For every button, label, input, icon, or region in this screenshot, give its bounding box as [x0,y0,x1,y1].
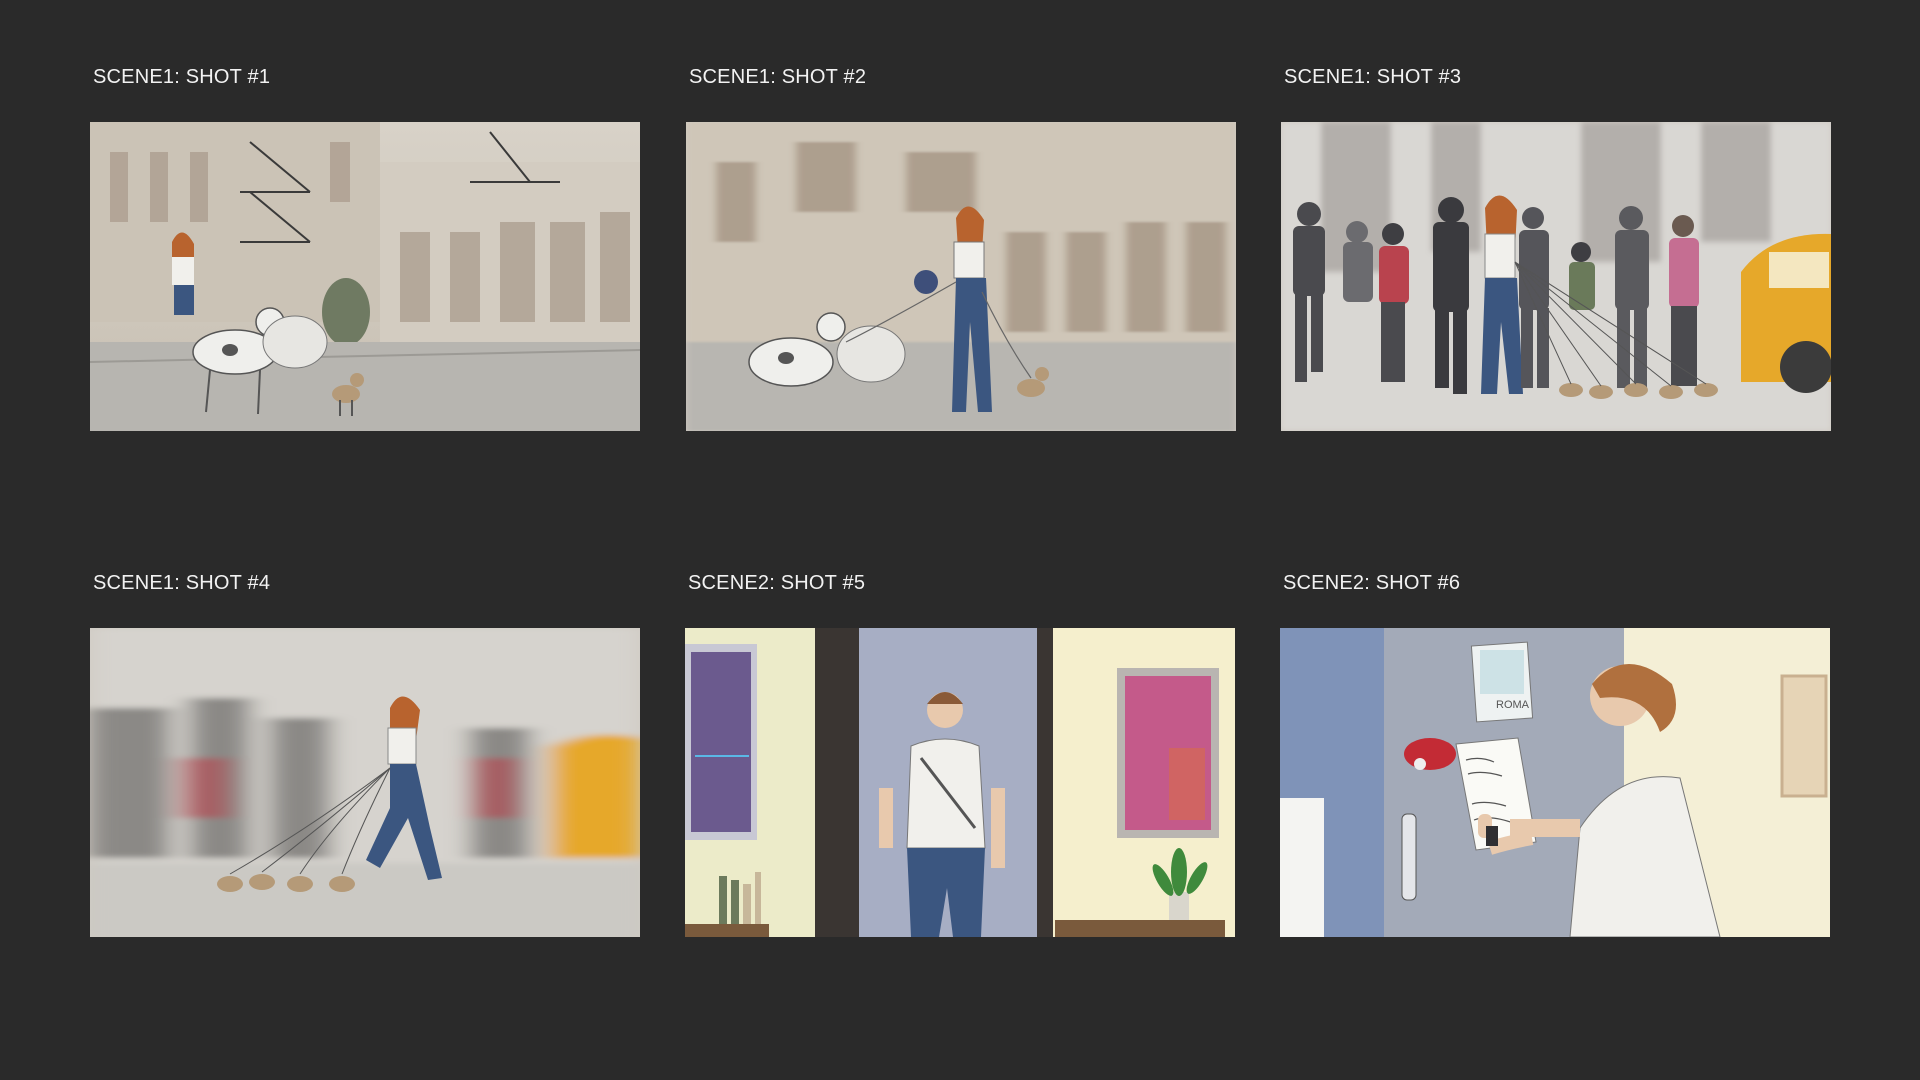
street-sketch-illustration [90,122,640,431]
crowd-sketch-illustration [1281,122,1831,431]
shot-frame[interactable] [685,628,1235,937]
shot-label: SCENE1: SHOT #2 [689,66,867,88]
street-sketch-illustration [686,122,1236,431]
shot-label: SCENE1: SHOT #1 [93,66,271,88]
storyboard: SCENE1: SHOT #1 SCENE1: SHOT #2 SCENE1: … [0,0,1920,1080]
shot-frame[interactable] [686,122,1236,431]
note-sign-text: ROMA [1496,699,1530,711]
shot-label: SCENE1: SHOT #3 [1284,66,1462,88]
doorway-sketch-illustration [685,628,1235,937]
shot-label: SCENE1: SHOT #4 [93,572,271,594]
shot-label: SCENE2: SHOT #5 [688,572,866,594]
shot-frame[interactable]: ROMA [1280,628,1830,937]
shot-frame[interactable] [90,628,640,937]
shot-frame[interactable] [1281,122,1831,431]
shot-label: SCENE2: SHOT #6 [1283,572,1461,594]
fridge-note-sketch-illustration: ROMA [1280,628,1830,937]
motion-blur-sketch-illustration [90,628,640,937]
shot-frame[interactable] [90,122,640,431]
